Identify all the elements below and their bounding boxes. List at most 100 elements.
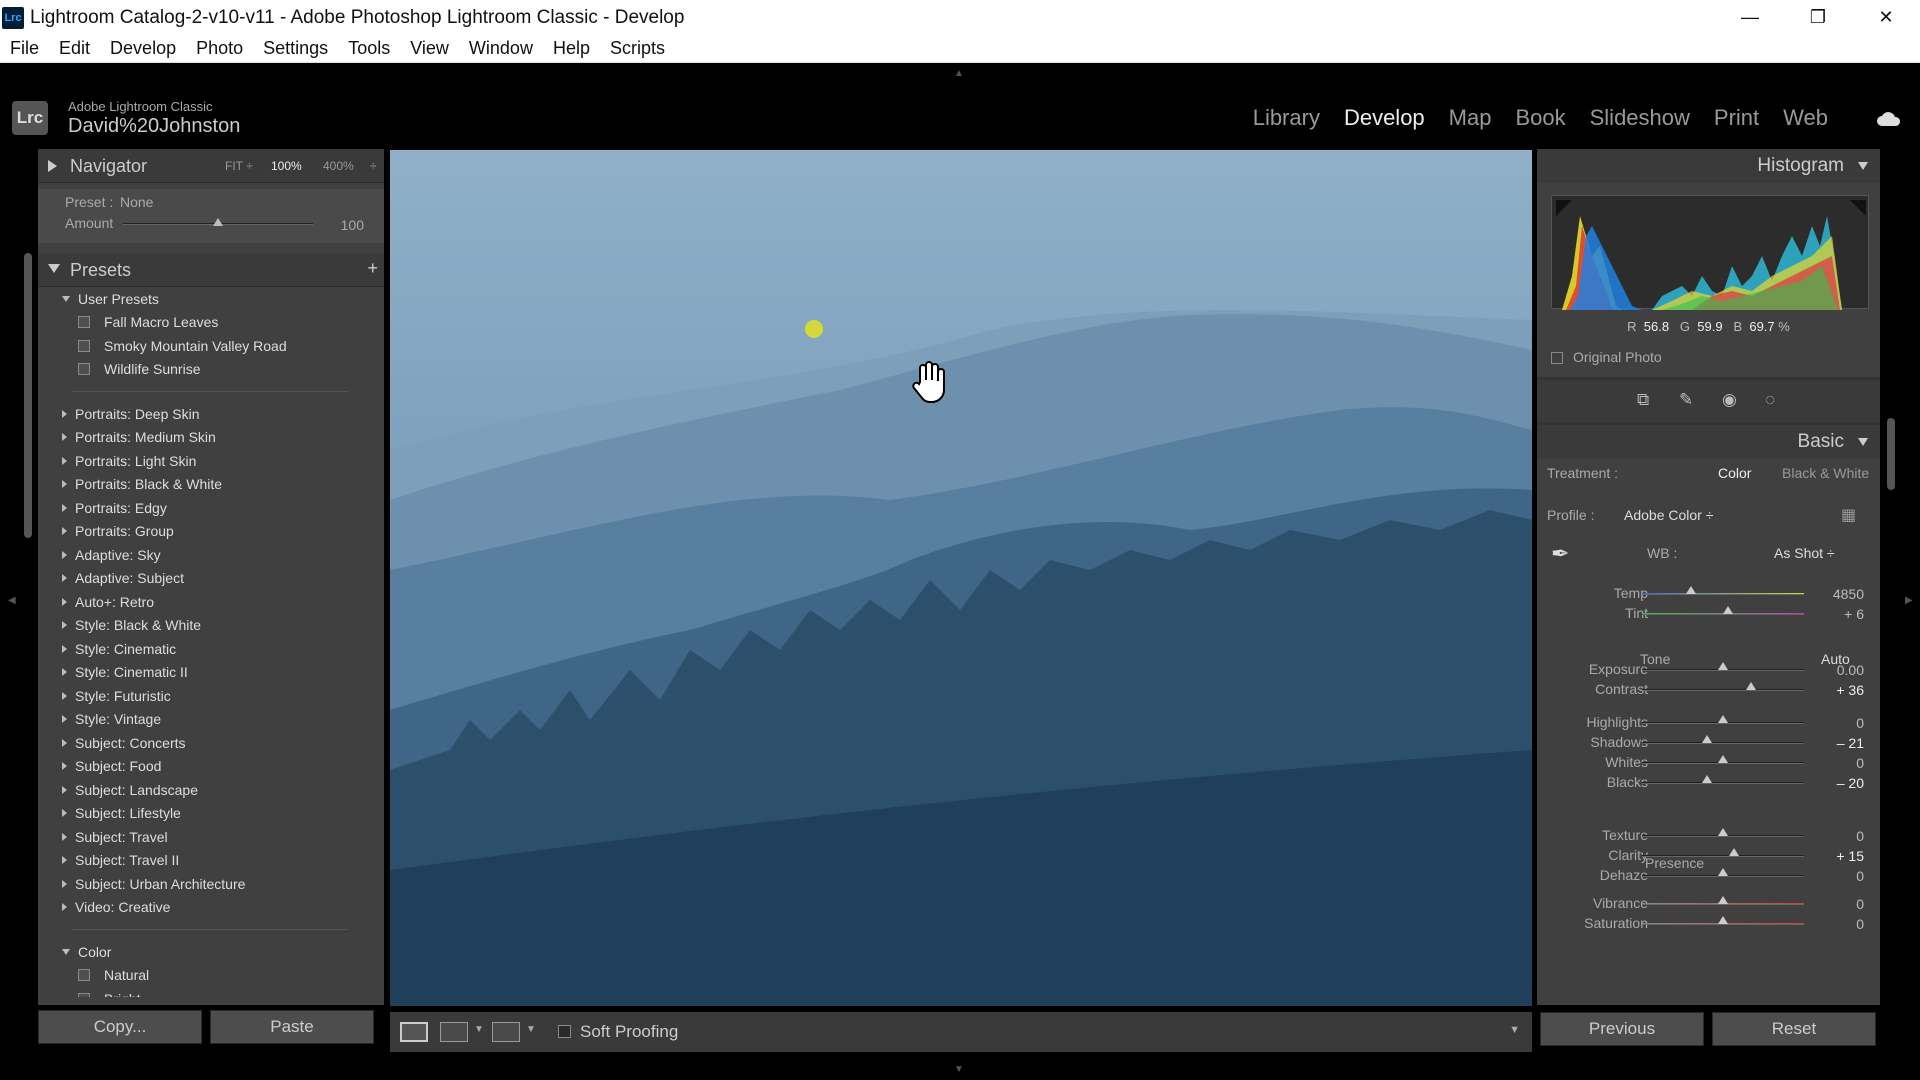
menu-help[interactable]: Help: [543, 38, 600, 59]
tint-slider-thumb[interactable]: [1722, 606, 1733, 614]
preset-group-item[interactable]: Adaptive: Subject: [38, 567, 384, 591]
preset-group-item[interactable]: Style: Vintage: [38, 708, 384, 732]
menu-photo[interactable]: Photo: [186, 38, 253, 59]
vibrance-slider-thumb[interactable]: [1718, 896, 1728, 904]
reset-button[interactable]: Reset: [1712, 1012, 1876, 1046]
amount-slider-thumb[interactable]: [213, 218, 223, 226]
zoom-100[interactable]: 100%: [271, 159, 302, 173]
copy-button[interactable]: Copy...: [38, 1010, 202, 1044]
soft-proofing-checkbox[interactable]: [558, 1025, 571, 1038]
white-balance-eyedropper-icon[interactable]: ✒: [1551, 541, 1569, 567]
previous-button[interactable]: Previous: [1540, 1012, 1704, 1046]
wb-dropdown[interactable]: As Shot ÷: [1774, 545, 1835, 561]
preset-group-item[interactable]: Portraits: Edgy: [38, 496, 384, 520]
shadows-slider-thumb[interactable]: [1701, 735, 1712, 743]
treatment-black-white[interactable]: Black & White: [1782, 465, 1869, 481]
dehaze-value[interactable]: 0: [1856, 868, 1864, 884]
module-web[interactable]: Web: [1771, 105, 1840, 131]
color-preset-item[interactable]: Natural: [38, 964, 384, 988]
temp-slider[interactable]: [1642, 593, 1804, 595]
shadows-value[interactable]: – 21: [1837, 735, 1864, 751]
preset-group-item[interactable]: Portraits: Light Skin: [38, 449, 384, 473]
preset-group-item[interactable]: Subject: Travel II: [38, 849, 384, 873]
menu-file[interactable]: File: [0, 38, 49, 59]
shadows-slider[interactable]: [1642, 742, 1804, 744]
menu-develop[interactable]: Develop: [100, 38, 186, 59]
module-develop[interactable]: Develop: [1332, 105, 1437, 131]
tint-value[interactable]: + 6: [1844, 606, 1864, 622]
preset-group-item[interactable]: Style: Cinematic: [38, 637, 384, 661]
before-after-dropdown-icon[interactable]: ▼: [474, 1024, 484, 1035]
menu-window[interactable]: Window: [459, 38, 543, 59]
contrast-value[interactable]: + 36: [1836, 682, 1864, 698]
exposure-value[interactable]: 0.00: [1837, 662, 1864, 678]
menu-view[interactable]: View: [400, 38, 459, 59]
blacks-slider[interactable]: [1642, 782, 1804, 784]
clarity-value[interactable]: + 15: [1836, 848, 1864, 864]
paste-button[interactable]: Paste: [210, 1010, 374, 1044]
menu-settings[interactable]: Settings: [253, 38, 338, 59]
preset-group-item[interactable]: Portraits: Group: [38, 520, 384, 544]
preset-group-item[interactable]: Subject: Urban Architecture: [38, 872, 384, 896]
treatment-color[interactable]: Color: [1718, 465, 1751, 481]
user-preset-item[interactable]: Smoky Mountain Valley Road: [38, 334, 384, 358]
preset-group-item[interactable]: Subject: Landscape: [38, 778, 384, 802]
before-after-icon[interactable]: [440, 1022, 468, 1042]
loupe-view-icon[interactable]: [400, 1022, 428, 1042]
toolbar-menu-icon[interactable]: ▼: [1509, 1024, 1520, 1036]
highlights-slider-thumb[interactable]: [1718, 715, 1728, 723]
preset-group-item[interactable]: Style: Black & White: [38, 614, 384, 638]
user-preset-item[interactable]: Fall Macro Leaves: [38, 311, 384, 335]
photo-preview[interactable]: [390, 150, 1532, 1006]
preset-group-user[interactable]: User Presets: [38, 287, 384, 311]
zoom-fit[interactable]: FIT ÷: [225, 159, 253, 173]
menu-tools[interactable]: Tools: [338, 38, 400, 59]
histogram[interactable]: [1551, 195, 1869, 310]
preset-group-item[interactable]: Style: Futuristic: [38, 684, 384, 708]
zoom-more[interactable]: ÷: [370, 159, 377, 173]
color-preset-item[interactable]: Bright: [38, 987, 384, 997]
user-preset-item[interactable]: Wildlife Sunrise: [38, 358, 384, 382]
preset-group-item[interactable]: Subject: Lifestyle: [38, 802, 384, 826]
profile-browser-icon[interactable]: ▦: [1841, 505, 1856, 525]
preset-group-item[interactable]: Auto+: Retro: [38, 590, 384, 614]
cloud-icon[interactable]: [1876, 111, 1902, 127]
right-panel-toggle-icon[interactable]: ▶: [1905, 595, 1913, 606]
exposure-slider-thumb[interactable]: [1718, 662, 1728, 670]
menu-edit[interactable]: Edit: [49, 38, 100, 59]
preset-group-item[interactable]: Portraits: Medium Skin: [38, 426, 384, 450]
navigator-header[interactable]: Navigator FIT ÷ 100% 400% ÷: [38, 149, 384, 183]
preset-group-item[interactable]: Portraits: Deep Skin: [38, 402, 384, 426]
bottom-panel-toggle-icon[interactable]: ▼: [954, 1064, 964, 1075]
saturation-value[interactable]: 0: [1856, 916, 1864, 932]
maximize-button[interactable]: ❐: [1784, 0, 1852, 35]
presets-header[interactable]: Presets +: [38, 253, 384, 287]
minimize-button[interactable]: —: [1716, 0, 1784, 35]
profile-dropdown[interactable]: Adobe Color ÷: [1624, 507, 1713, 523]
blacks-value[interactable]: – 20: [1837, 775, 1864, 791]
module-print[interactable]: Print: [1702, 105, 1771, 131]
yy-dropdown-icon[interactable]: ▼: [526, 1024, 536, 1035]
preset-group-item[interactable]: Video: Creative: [38, 896, 384, 920]
crop-icon[interactable]: ⧉: [1637, 390, 1649, 410]
healing-icon[interactable]: ✎: [1679, 390, 1693, 410]
right-panel-scrollbar[interactable]: [1887, 418, 1895, 490]
module-book[interactable]: Book: [1503, 105, 1577, 131]
preset-group-color[interactable]: Color: [38, 940, 384, 964]
module-map[interactable]: Map: [1437, 105, 1504, 131]
zoom-400[interactable]: 400%: [323, 159, 354, 173]
preset-group-item[interactable]: Style: Cinematic II: [38, 661, 384, 685]
temp-slider-thumb[interactable]: [1685, 586, 1696, 594]
histogram-header[interactable]: Histogram: [1537, 149, 1880, 183]
close-button[interactable]: ✕: [1852, 0, 1920, 35]
whites-slider-thumb[interactable]: [1718, 755, 1728, 763]
top-panel-toggle-icon[interactable]: ▲: [954, 68, 964, 79]
preset-group-item[interactable]: Adaptive: Sky: [38, 543, 384, 567]
preset-group-item[interactable]: Portraits: Black & White: [38, 473, 384, 497]
red-eye-icon[interactable]: ◉: [1722, 390, 1737, 410]
temp-value[interactable]: 4850: [1833, 586, 1864, 602]
original-photo-checkbox[interactable]: [1551, 352, 1563, 364]
add-preset-icon[interactable]: +: [367, 258, 378, 279]
dehaze-slider-thumb[interactable]: [1718, 868, 1728, 876]
texture-slider-thumb[interactable]: [1718, 828, 1728, 836]
